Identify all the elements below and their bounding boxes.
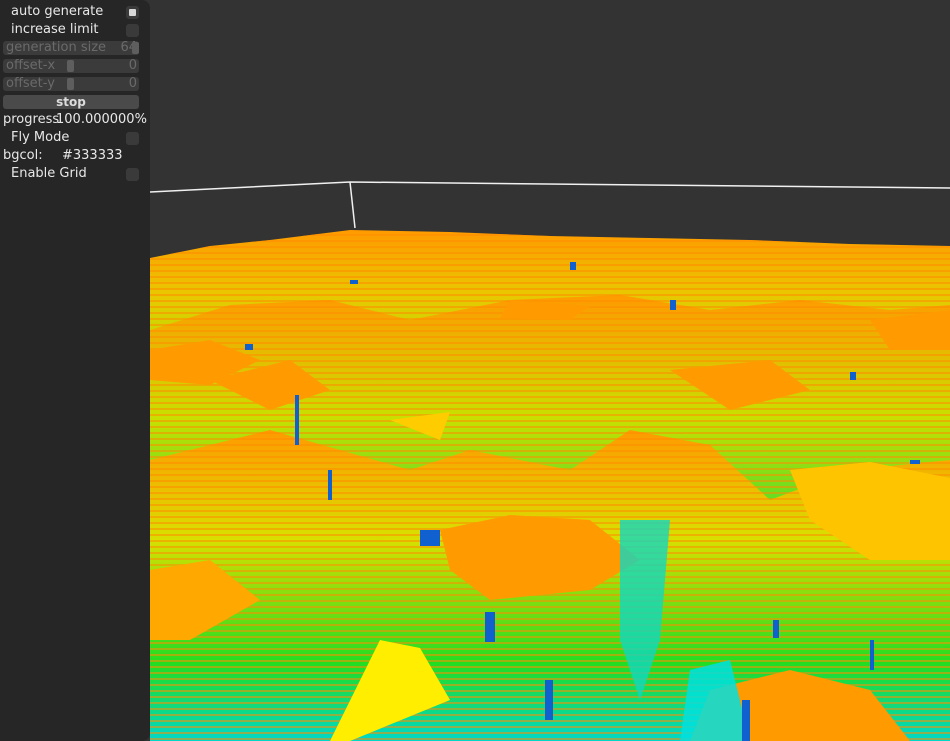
offset-y-label: offset-y [6, 76, 55, 91]
increase-limit-row[interactable]: increase limit [0, 21, 150, 39]
offset-x-value: 0 [128, 58, 137, 73]
enable-grid-row[interactable]: Enable Grid [0, 165, 150, 183]
enable-grid-checkbox[interactable] [126, 168, 139, 181]
bgcol-label: bgcol: [3, 148, 43, 163]
offset-y-value: 0 [128, 76, 137, 91]
offset-y-slider[interactable]: offset-y 0 [3, 76, 139, 91]
bgcol-value[interactable]: #333333 [62, 147, 123, 165]
fly-mode-checkbox[interactable] [126, 132, 139, 145]
terrain-render [150, 0, 950, 741]
stop-row: stop [0, 93, 150, 111]
auto-generate-checkbox[interactable] [126, 6, 139, 19]
terrain-viewport[interactable] [150, 0, 950, 741]
progress-label: progress [3, 112, 60, 127]
offset-x-label: offset-x [6, 58, 56, 73]
offset-x-thumb[interactable] [67, 60, 74, 72]
generation-size-row: generation size 64 [0, 39, 150, 57]
generation-size-slider[interactable]: generation size 64 [3, 40, 139, 55]
increase-limit-checkbox[interactable] [126, 24, 139, 37]
auto-generate-label: auto generate [11, 4, 104, 19]
fly-mode-label: Fly Mode [11, 130, 70, 145]
stop-button[interactable]: stop [3, 95, 139, 109]
offset-x-slider[interactable]: offset-x 0 [3, 58, 139, 73]
auto-generate-row[interactable]: auto generate [0, 3, 150, 21]
generation-size-thumb[interactable] [132, 42, 139, 54]
offset-x-row: offset-x 0 [0, 57, 150, 75]
offset-y-row: offset-y 0 [0, 75, 150, 93]
increase-limit-label: increase limit [11, 22, 99, 37]
enable-grid-label: Enable Grid [11, 166, 87, 181]
progress-value: 100.000000% [56, 112, 147, 127]
bgcol-row: bgcol: #333333 [0, 147, 150, 165]
progress-row: progress 100.000000% [0, 111, 150, 129]
fly-mode-row[interactable]: Fly Mode [0, 129, 150, 147]
offset-y-thumb[interactable] [67, 78, 74, 90]
control-panel: auto generate increase limit generation … [0, 0, 150, 741]
generation-size-label: generation size [6, 40, 107, 55]
